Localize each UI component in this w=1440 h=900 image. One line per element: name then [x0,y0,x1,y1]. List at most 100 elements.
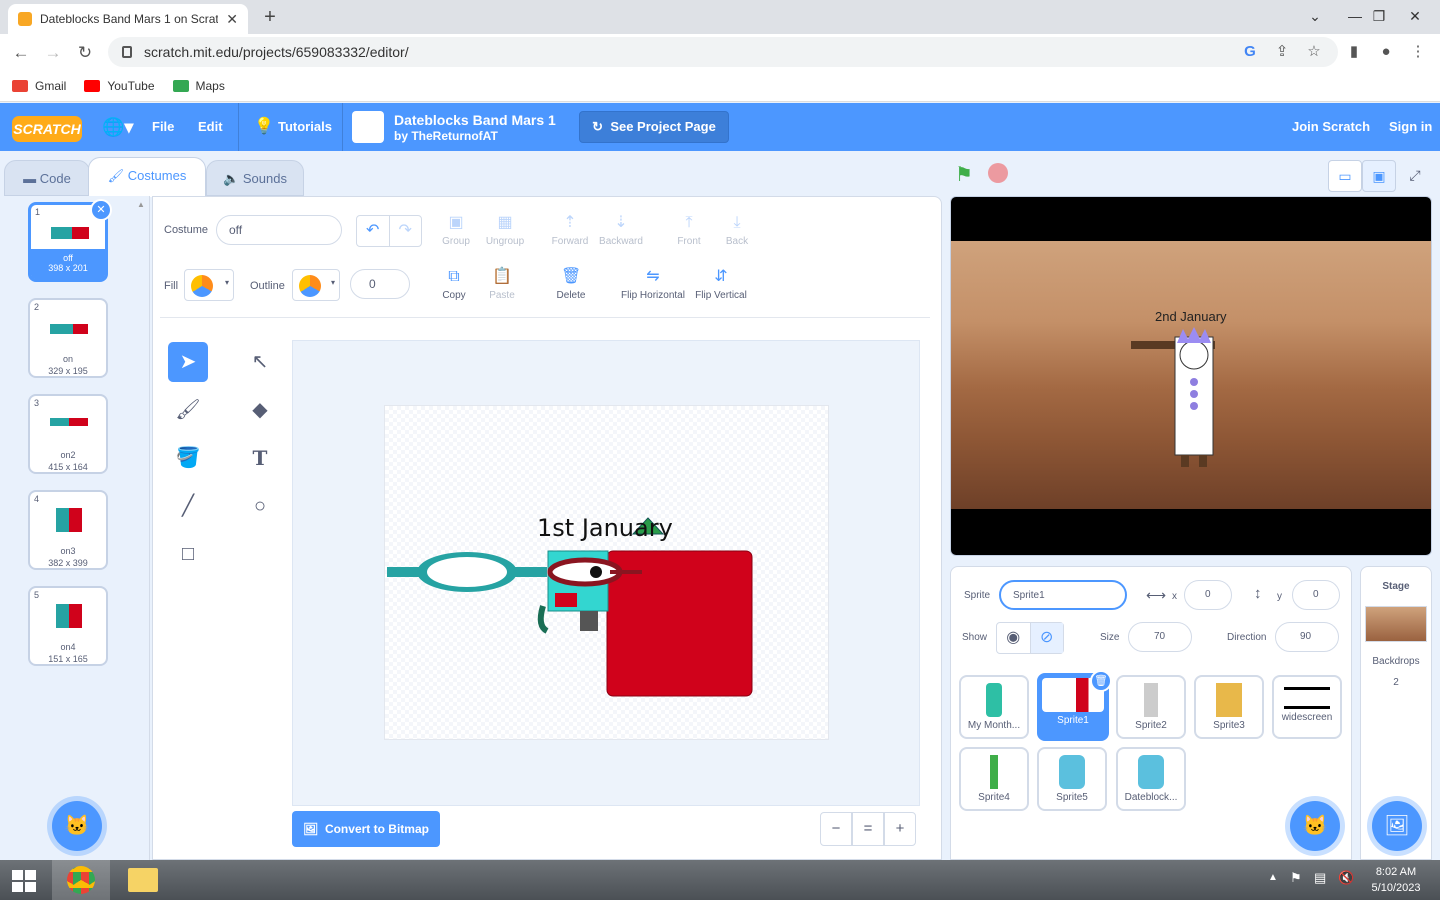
eye-hidden-icon[interactable]: ⊘ [1030,623,1063,653]
costume-item[interactable]: 4 on3 382 x 399 [28,490,108,570]
flip-horizontal-button[interactable]: ⇋ Flip Horizontal [618,268,688,301]
sprite-name-input[interactable]: Sprite1 [999,580,1127,610]
see-project-page-button[interactable]: ↻ See Project Page [579,111,729,143]
fill-tool-icon[interactable]: 🪣 [168,438,208,478]
costume-list-scrollbar[interactable]: ▲ [137,200,147,860]
google-icon[interactable]: G [1240,43,1260,63]
costume-drawing[interactable] [385,406,830,741]
normal-stage-icon[interactable]: ▣ [1362,160,1396,192]
choose-backdrop-button[interactable]: 🖼 [1372,801,1422,851]
group-button[interactable]: ▣ Group [428,214,484,247]
clock[interactable]: 8:02 AM 5/10/2023 [1364,864,1428,896]
stage-canvas[interactable]: 2nd January [950,196,1432,556]
paste-button[interactable]: 📋 Paste [474,268,530,301]
flag-icon[interactable]: ⚑ [1290,870,1302,886]
costume-name-input[interactable]: off [216,215,342,245]
sign-in-link[interactable]: Sign in [1389,103,1432,151]
language-globe-icon[interactable]: 🌐▾ [102,103,133,151]
outline-color-picker[interactable]: ▾ [292,269,340,301]
small-stage-icon[interactable]: ▭ [1328,160,1362,192]
sprite-tile[interactable]: My Month... [959,675,1029,739]
menu-edit[interactable]: Edit [198,103,223,151]
tab-code[interactable]: ▬ Code [4,160,90,196]
backward-button[interactable]: ⇣ Backward [593,214,649,247]
share-icon[interactable]: ⇪ [1272,43,1292,63]
windows-start-icon[interactable] [12,870,36,892]
fullscreen-icon[interactable]: ⤢ [1398,160,1432,192]
zoom-reset-button[interactable]: = [852,812,884,846]
zoom-out-button[interactable]: − [820,812,852,846]
delete-button[interactable]: 🗑 Delete [543,268,599,301]
green-flag-icon[interactable]: ⚑ [955,162,973,187]
costume-artboard[interactable]: 1st January [384,405,829,740]
profile-icon[interactable]: ● [1376,43,1396,63]
join-scratch-link[interactable]: Join Scratch [1292,103,1370,151]
close-tab-icon[interactable]: ✕ [226,11,238,28]
costume-item[interactable]: 3 on2 415 x 164 [28,394,108,474]
back-button[interactable]: ⤓ Back [709,214,765,247]
sprite-tile[interactable]: Sprite2 [1116,675,1186,739]
network-icon[interactable]: ▤ [1314,870,1326,886]
close-window-icon[interactable]: ✕ [1392,0,1438,34]
zoom-in-button[interactable]: + [884,812,916,846]
forward-button[interactable]: ⇡ Forward [542,214,598,247]
costume-item[interactable]: 2 on 329 x 195 [28,298,108,378]
eye-visible-icon[interactable]: ◉ [997,623,1031,653]
delete-costume-icon[interactable]: ✕ [90,199,112,221]
reload-icon[interactable]: ↻ [72,40,98,66]
sprite-tile[interactable]: Sprite3 [1194,675,1264,739]
choose-costume-button[interactable]: 🐱 [52,801,102,851]
rectangle-tool-icon[interactable]: □ [168,534,208,574]
sprite-tile[interactable]: Dateblock... [1116,747,1186,811]
file-explorer-icon[interactable] [128,868,158,892]
size-input[interactable]: 70 [1128,622,1192,652]
back-icon[interactable]: ← [8,40,34,66]
chrome-menu-icon[interactable]: ⋮ [1408,43,1428,63]
line-tool-icon[interactable]: ╱ [168,486,208,526]
forward-icon[interactable]: → [40,40,66,66]
volume-muted-icon[interactable]: 🔇 [1338,870,1354,886]
tray-chevron-icon[interactable]: ▲ [1268,872,1278,883]
bookmark-maps[interactable]: Maps [172,79,225,93]
brush-tool-icon[interactable]: 🖌 [168,390,208,430]
x-input[interactable]: 0 [1184,580,1232,610]
outline-width-input[interactable]: 0 [350,269,410,299]
redo-icon[interactable]: ↷ [390,216,422,246]
chrome-taskbar-button[interactable] [52,860,110,900]
text-tool-icon[interactable]: T [240,438,280,478]
delete-sprite-icon[interactable]: 🗑 [1090,670,1112,692]
menu-tutorials[interactable]: Tutorials [278,103,332,151]
url-field[interactable]: scratch.mit.edu/projects/659083332/edito… [108,37,1338,67]
stop-icon[interactable] [988,163,1008,183]
sprite-tile-name: Sprite3 [1213,720,1245,731]
bookmark-youtube[interactable]: YouTube [84,79,155,93]
project-author[interactable]: by TheReturnofAT [394,129,498,143]
scratch-logo[interactable]: SCRATCH [12,116,82,142]
direction-input[interactable]: 90 [1275,622,1339,652]
eraser-tool-icon[interactable]: ◆ [240,390,280,430]
costume-item[interactable]: 5 on4 151 x 165 [28,586,108,666]
flip-vertical-button[interactable]: ⇵ Flip Vertical [690,268,752,301]
circle-tool-icon[interactable]: ○ [240,486,280,526]
convert-to-bitmap-button[interactable]: 🖼 Convert to Bitmap [292,811,440,847]
ungroup-button[interactable]: ▦ Ungroup [477,214,533,247]
menu-file[interactable]: File [152,103,174,151]
side-panel-icon[interactable]: ▮ [1344,43,1364,63]
tab-sounds[interactable]: 🔈 Sounds [206,160,304,196]
y-input[interactable]: 0 [1292,580,1340,610]
sprite-tile[interactable]: Sprite4 [959,747,1029,811]
select-tool-icon[interactable]: ➤ [168,342,208,382]
bookmark-gmail[interactable]: Gmail [12,79,66,93]
browser-tab[interactable]: Dateblocks Band Mars 1 on Scrat ✕ [8,4,248,34]
fill-color-picker[interactable]: ▾ [184,269,234,301]
canvas-text[interactable]: 1st January [537,514,673,542]
tab-costumes[interactable]: 🖌 Costumes [88,157,206,197]
sprite-tile[interactable]: widescreen [1272,675,1342,739]
costume-thumbnail [56,604,82,628]
bookmark-star-icon[interactable]: ☆ [1304,43,1324,63]
sprite-tile[interactable]: Sprite5 [1037,747,1107,811]
new-tab-icon[interactable]: + [258,6,282,30]
reshape-tool-icon[interactable]: ↖ [240,342,280,382]
choose-sprite-button[interactable]: 🐱 [1290,801,1340,851]
undo-icon[interactable]: ↶ [357,216,390,246]
